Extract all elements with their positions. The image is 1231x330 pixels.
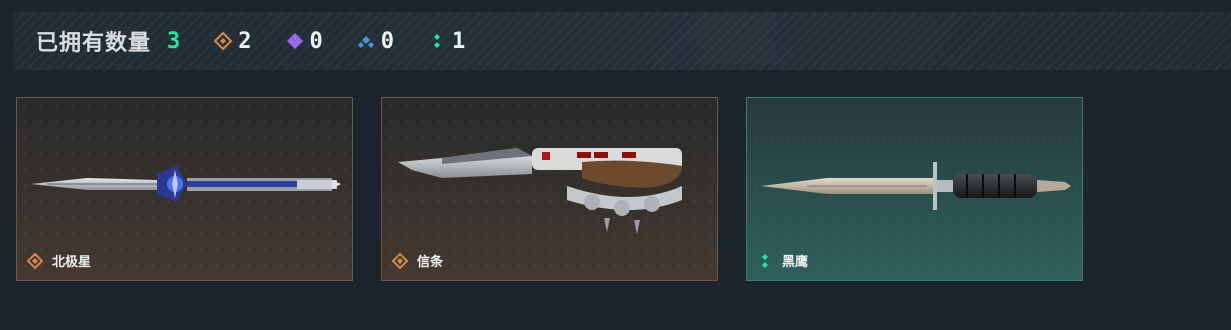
rarity-count-value: 0	[380, 28, 395, 54]
rarity-count-blue: 0	[357, 29, 394, 54]
purple-diamond-icon	[286, 33, 303, 49]
owned-count-header: 已拥有数量 3 2 0 0 1	[14, 12, 1231, 70]
green-diamond-icon	[762, 253, 768, 268]
orange-diamond-icon	[214, 32, 233, 50]
rarity-count-green: 1	[428, 29, 465, 54]
rarity-count-purple: 0	[286, 29, 323, 54]
knife-name: 北极星	[52, 255, 92, 270]
knife-name: 信条	[417, 255, 444, 270]
knuckle-knife-image	[398, 148, 682, 234]
blue-diamond-icon	[357, 36, 374, 48]
knife-card-creed[interactable]: 信条	[381, 97, 718, 281]
rarity-count-value: 2	[238, 28, 252, 54]
card-label: 信条	[392, 251, 443, 270]
orange-diamond-icon	[392, 252, 408, 269]
card-label: 北极星	[27, 251, 91, 270]
owned-count-title: 已拥有数量	[36, 31, 152, 56]
rarity-count-value: 0	[309, 28, 323, 54]
polaris-knife-image	[31, 166, 341, 202]
knife-name: 黑鹰	[782, 255, 809, 270]
card-label: 黑鹰	[757, 251, 808, 270]
rarity-count-orange: 2	[214, 28, 252, 54]
green-diamond-icon	[434, 34, 441, 48]
bayonet-knife-image	[761, 162, 1071, 210]
owned-total-count: 3	[167, 28, 181, 54]
knife-card-black-hawk[interactable]: 黑鹰	[746, 97, 1083, 281]
rarity-count-value: 1	[452, 28, 466, 54]
knife-card-polaris[interactable]: 北极星	[16, 97, 353, 281]
orange-diamond-icon	[27, 252, 43, 269]
